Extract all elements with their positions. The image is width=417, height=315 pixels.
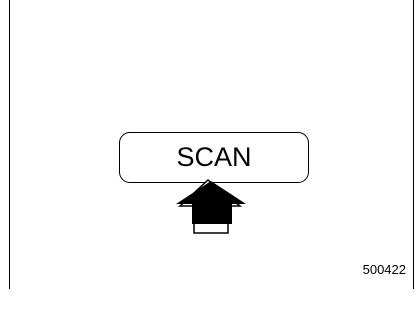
figure-id-label: 500422 bbox=[362, 262, 406, 277]
up-arrow-icon bbox=[176, 179, 246, 234]
scan-button[interactable]: SCAN bbox=[119, 132, 309, 183]
scan-button-label: SCAN bbox=[176, 142, 252, 172]
